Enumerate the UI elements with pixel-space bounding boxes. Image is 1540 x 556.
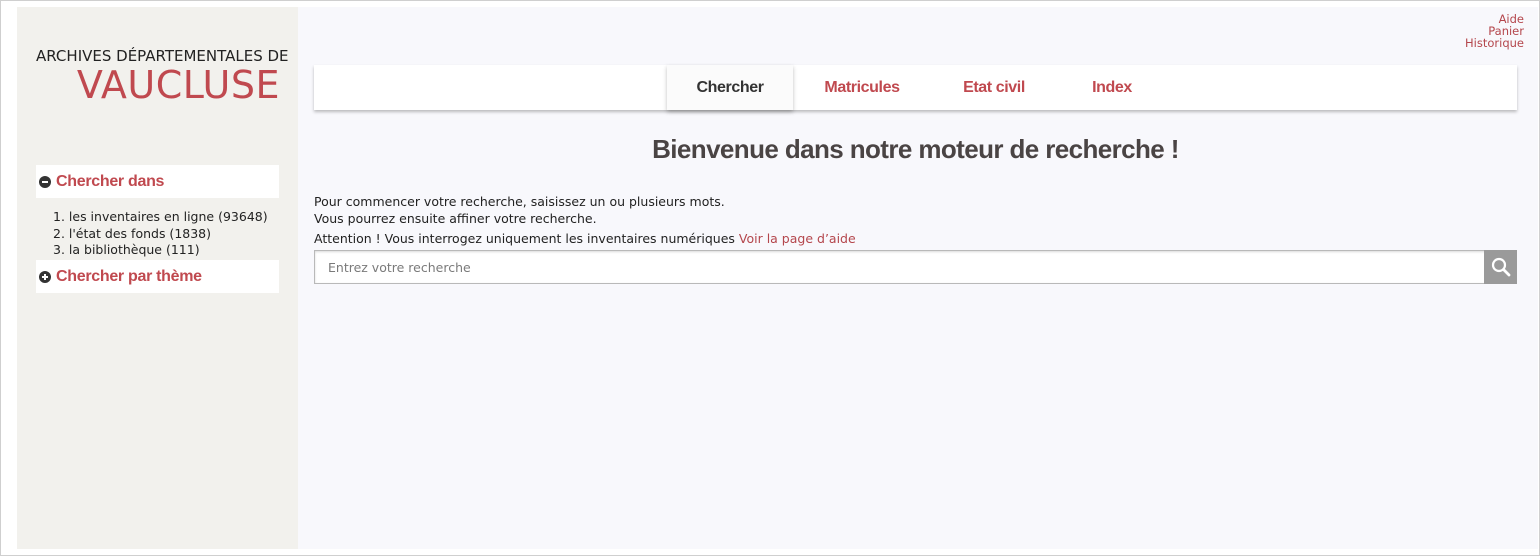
source-item-etat-des-fonds[interactable]: 2. l'état des fonds (1838) bbox=[53, 226, 268, 243]
logo-line-vaucluse: VAUCLUSE bbox=[76, 63, 280, 107]
source-item-bibliotheque[interactable]: 3. la bibliothèque (111) bbox=[53, 242, 268, 259]
minus-circle-icon bbox=[39, 175, 51, 188]
tab-etat-civil[interactable]: Etat civil bbox=[931, 65, 1057, 110]
panel-chercher-dans[interactable]: Chercher dans bbox=[36, 165, 279, 198]
main-nav: Chercher Matricules Etat civil Index bbox=[314, 65, 1517, 110]
search-button[interactable] bbox=[1484, 250, 1517, 284]
intro-line-1: Pour commencer votre recherche, saisisse… bbox=[314, 194, 725, 209]
top-links: Aide Panier Historique bbox=[1465, 13, 1524, 49]
intro-text: Pour commencer votre recherche, saisisse… bbox=[314, 194, 725, 227]
search-box bbox=[314, 250, 1517, 284]
intro-line-2: Vous pourrez ensuite affiner votre reche… bbox=[314, 210, 597, 226]
tab-index[interactable]: Index bbox=[1049, 65, 1175, 110]
sidebar: ARCHIVES DÉPARTEMENTALES DE VAUCLUSE Che… bbox=[17, 7, 298, 549]
panel-label: Chercher dans bbox=[56, 172, 165, 190]
warning-message: Attention ! Vous interrogez uniquement l… bbox=[314, 231, 735, 246]
plus-circle-icon bbox=[39, 270, 51, 283]
source-list: 1. les inventaires en ligne (93648) 2. l… bbox=[53, 209, 268, 259]
source-item-inventaires[interactable]: 1. les inventaires en ligne (93648) bbox=[53, 209, 268, 226]
browser-window: ARCHIVES DÉPARTEMENTALES DE VAUCLUSE Che… bbox=[0, 0, 1540, 556]
tab-matricules[interactable]: Matricules bbox=[799, 65, 925, 110]
site-logo[interactable]: ARCHIVES DÉPARTEMENTALES DE VAUCLUSE bbox=[36, 47, 289, 107]
main-content: Aide Panier Historique Chercher Matricul… bbox=[298, 7, 1538, 549]
page-title: Bienvenue dans notre moteur de recherche… bbox=[652, 134, 1179, 164]
historique-link[interactable]: Historique bbox=[1465, 37, 1524, 49]
search-input[interactable] bbox=[315, 251, 1484, 283]
warning-text: Attention ! Vous interrogez uniquement l… bbox=[314, 231, 856, 246]
search-icon bbox=[1491, 257, 1510, 277]
tab-chercher[interactable]: Chercher bbox=[667, 65, 793, 110]
help-page-link[interactable]: Voir la page d’aide bbox=[739, 231, 856, 246]
panel-label: Chercher par thème bbox=[56, 267, 202, 285]
panel-chercher-par-theme[interactable]: Chercher par thème bbox=[36, 260, 279, 293]
